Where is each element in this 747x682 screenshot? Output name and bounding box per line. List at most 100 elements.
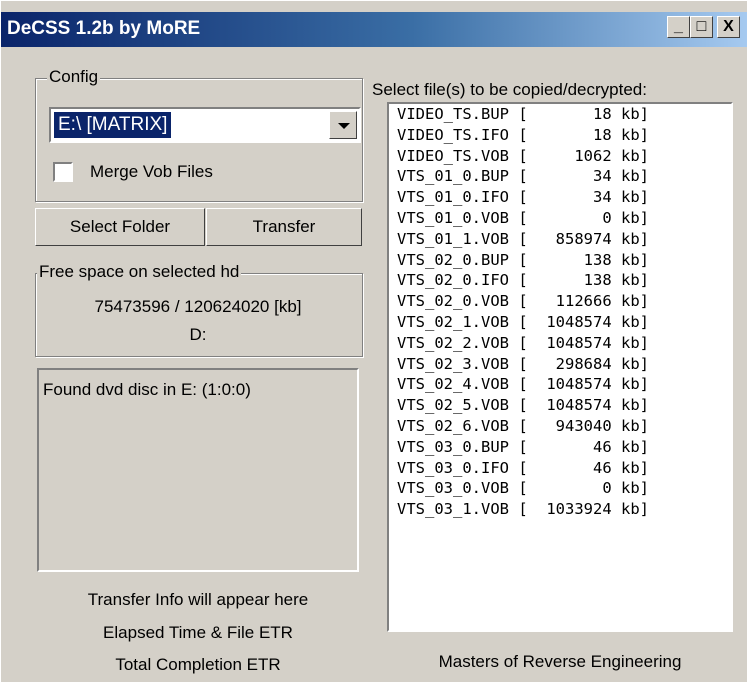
file-size-unit: kb] (611, 229, 649, 248)
file-size-unit: kb] (611, 312, 649, 331)
file-name: VTS_02_4.VOB [ (397, 375, 528, 394)
drive-selected-value: E:\ [MATRIX] (54, 112, 172, 138)
file-name: VTS_02_6.VOB [ (397, 416, 528, 435)
file-size-unit: kb] (611, 292, 649, 311)
info-message: Found dvd disc in E: (1:0:0) (43, 380, 251, 399)
footer-text: Masters of Reverse Engineering (438, 652, 682, 671)
chevron-down-icon[interactable] (329, 111, 357, 139)
file-size: 1048574 (546, 375, 612, 394)
file-size: 0 (602, 208, 612, 227)
file-name: VTS_02_0.VOB [ (397, 292, 528, 311)
file-size: 1062 (574, 146, 612, 165)
file-list-item[interactable]: VTS_02_6.VOB [943040 kb] (389, 416, 731, 437)
file-size-unit: kb] (611, 146, 649, 165)
select-folder-button[interactable]: Select Folder (35, 208, 205, 246)
file-size: 138 (583, 250, 612, 269)
file-size: 943040 (555, 416, 612, 435)
file-size: 112666 (555, 292, 612, 311)
file-list-item[interactable]: VTS_02_5.VOB [ 1048574 kb] (389, 395, 731, 416)
file-list-item[interactable]: VTS_01_0.VOB [0 kb] (389, 208, 731, 229)
file-name: VTS_01_1.VOB [ (397, 229, 528, 248)
file-name: VTS_02_5.VOB [ (397, 396, 528, 415)
file-name: VTS_01_0.BUP [ (397, 167, 528, 186)
free-space-value: 75473596 / 120624020 [kb] (94, 297, 302, 316)
file-name: VTS_01_0.VOB [ (397, 208, 528, 227)
minimize-button[interactable]: _ (667, 16, 690, 38)
file-list-item[interactable]: VTS_01_0.BUP [ 34 kb] (389, 166, 731, 187)
file-size-unit: kb] (611, 250, 649, 269)
info-box: Found dvd disc in E: (1:0:0) (37, 368, 359, 572)
file-list-item[interactable]: VTS_02_1.VOB [ 1048574 kb] (389, 312, 731, 333)
close-button[interactable]: X (717, 16, 740, 38)
file-name: VTS_02_1.VOB [ (397, 312, 528, 331)
file-name: VTS_01_0.IFO [ (397, 188, 528, 207)
file-list-item[interactable]: VTS_02_0.BUP [ 138 kb] (389, 250, 731, 271)
status-transfer-info: Transfer Info will appear here (87, 590, 309, 609)
file-size-unit: kb] (611, 375, 649, 394)
file-size-unit: kb] (611, 479, 649, 498)
file-size: 34 (592, 167, 612, 186)
window-title: DeCSS 1.2b by MoRE (7, 18, 201, 39)
transfer-button[interactable]: Transfer (206, 208, 362, 246)
file-size-unit: kb] (611, 167, 649, 186)
file-name: VTS_03_0.BUP [ (397, 437, 528, 456)
file-size: 1048574 (546, 312, 612, 331)
file-name: VTS_03_0.VOB [ (397, 479, 528, 498)
file-list-item[interactable]: VTS_03_0.IFO [46 kb] (389, 458, 731, 479)
drive-select[interactable]: E:\ [MATRIX] (49, 107, 361, 143)
file-size: 858974 (555, 229, 612, 248)
file-size: 298684 (555, 354, 612, 373)
free-space-drive: D: (189, 325, 207, 344)
file-size: 1033924 (546, 500, 612, 519)
file-name: VTS_02_0.IFO [ (397, 271, 528, 290)
file-size-unit: kb] (611, 437, 649, 456)
file-list-item[interactable]: VTS_03_1.VOB [ 1033924 kb] (389, 499, 731, 520)
file-size: 1048574 (546, 333, 612, 352)
file-list-item[interactable]: VTS_01_0.IFO [34 kb] (389, 187, 731, 208)
file-size: 18 (592, 125, 612, 144)
status-elapsed: Elapsed Time & File ETR (103, 623, 293, 642)
file-size-unit: kb] (611, 354, 649, 373)
file-size: 18 (592, 105, 612, 123)
file-size-unit: kb] (611, 333, 649, 352)
file-size-unit: kb] (611, 396, 649, 415)
file-name: VTS_02_0.BUP [ (397, 250, 528, 269)
file-size: 1048574 (546, 396, 612, 415)
file-list-item[interactable]: VTS_03_0.VOB [ 0 kb] (389, 478, 731, 499)
file-name: VTS_03_1.VOB [ (397, 500, 528, 519)
file-name: VIDEO_TS.BUP [ (397, 105, 528, 123)
file-list-item[interactable]: VTS_01_1.VOB [ 858974 kb] (389, 229, 731, 250)
file-list-item[interactable]: VIDEO_TS.BUP [ 18 kb] (389, 104, 731, 125)
file-list[interactable]: VIDEO_TS.BUP [ 18 kb] VIDEO_TS.IFO [ 18 kb]… (387, 102, 733, 632)
file-size: 46 (592, 437, 612, 456)
free-space-legend: Free space on selected hd (37, 262, 242, 282)
file-list-item[interactable]: VTS_02_0.VOB [ 112666 kb] (389, 291, 731, 312)
file-name: VIDEO_TS.VOB [ (397, 146, 528, 165)
file-list-item[interactable]: VTS_03_0.BUP [ 46 kb] (389, 437, 731, 458)
merge-vob-checkbox[interactable] (53, 162, 73, 182)
file-size-unit: kb] (611, 458, 649, 477)
file-size-unit: kb] (611, 500, 649, 519)
file-name: VTS_02_2.VOB [ (397, 333, 528, 352)
decss-window: DeCSS 1.2b by MoRE _ □ X Config E:\ [MAT… (0, 0, 747, 682)
file-size-unit: kb] (611, 125, 649, 144)
file-size-unit: kb] (611, 271, 649, 290)
status-total: Total Completion ETR (115, 655, 281, 674)
file-name: VIDEO_TS.IFO [ (397, 125, 528, 144)
file-name: VTS_02_3.VOB [ (397, 354, 528, 373)
file-list-label: Select file(s) to be copied/decrypted: (372, 80, 647, 99)
file-list-item[interactable]: VIDEO_TS.IFO [ 18 kb] (389, 125, 731, 146)
config-legend: Config (47, 67, 101, 87)
merge-vob-label[interactable]: Merge Vob Files (90, 162, 213, 182)
file-size: 0 (602, 479, 612, 498)
file-size-unit: kb] (611, 105, 649, 123)
file-list-item[interactable]: VTS_02_2.VOB [ 1048574 kb] (389, 333, 731, 354)
file-list-item[interactable]: VTS_02_4.VOB [ 1048574 kb] (389, 374, 731, 395)
file-list-item[interactable]: VTS_02_0.IFO [ 138 kb] (389, 270, 731, 291)
maximize-button[interactable]: □ (690, 16, 713, 38)
file-size: 138 (583, 271, 612, 290)
file-list-item[interactable]: VTS_02_3.VOB [ 298684 kb] (389, 354, 731, 375)
file-name: VTS_03_0.IFO [ (397, 458, 528, 477)
title-bar[interactable]: DeCSS 1.2b by MoRE _ □ X (1, 12, 747, 47)
file-list-item[interactable]: VIDEO_TS.VOB [ 1062 kb] (389, 146, 731, 167)
